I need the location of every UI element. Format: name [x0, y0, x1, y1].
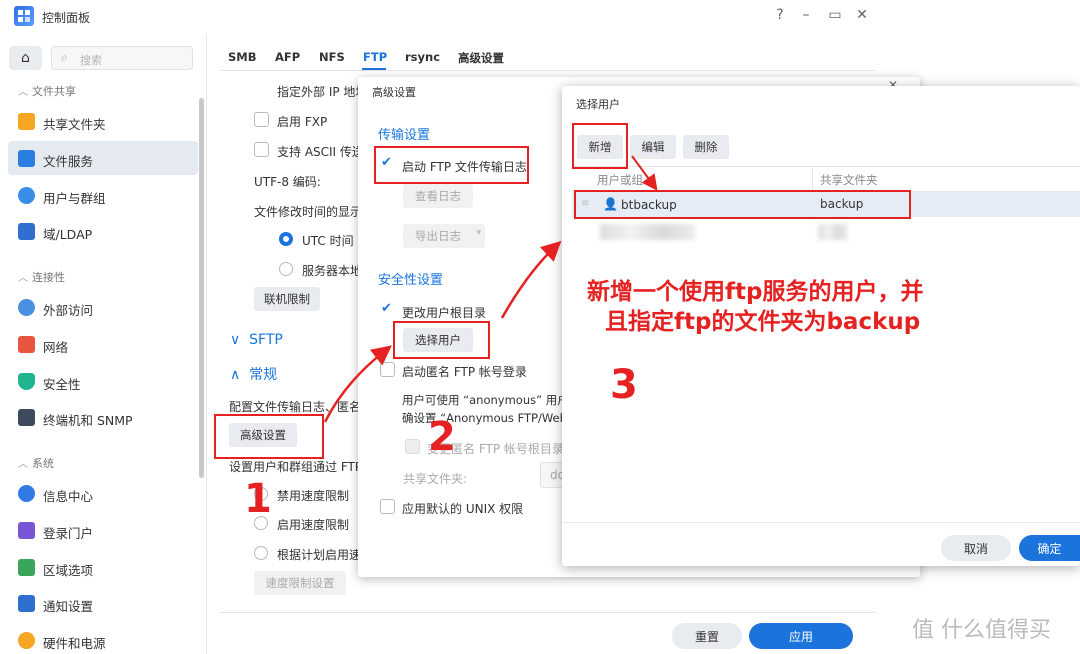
arrow-1-to-2 [323, 345, 392, 423]
step-number-3: 3 [610, 362, 638, 408]
annotation-line-2: 且指定ftp的文件夹为backup [605, 309, 921, 335]
watermark: 值 什么值得买 [912, 618, 1051, 643]
annotation-line-1: 新增一个使用ftp服务的用户，并 [587, 279, 924, 305]
step-number-2: 2 [428, 414, 456, 460]
arrow-2-to-3 [500, 240, 562, 319]
arrow-add-to-row [631, 155, 658, 191]
step-number-1: 1 [244, 476, 272, 522]
